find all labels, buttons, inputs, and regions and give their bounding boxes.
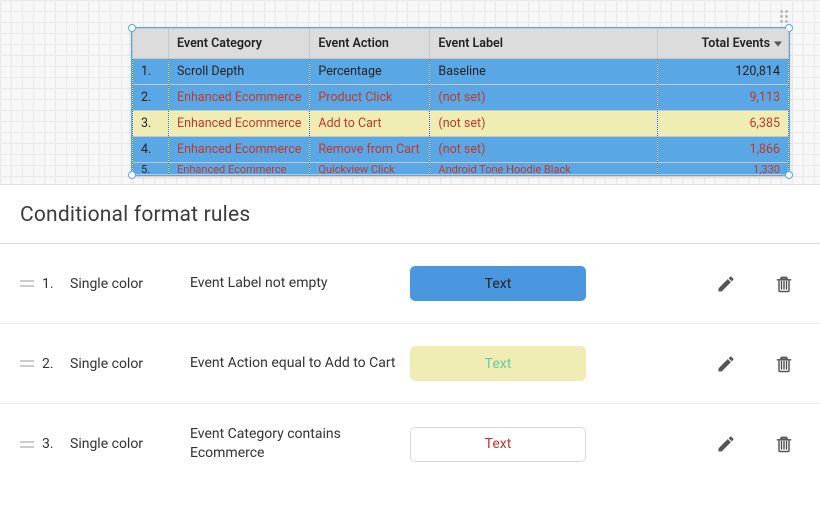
rule-index: 1. [42,276,70,292]
data-table: Event Category Event Action Event Label … [132,28,789,175]
rule-type: Single color [70,276,190,292]
cell-total: 120,814 [658,59,789,85]
conditional-format-panel: Conditional format rules 1.Single colorE… [0,184,820,484]
cell-category: Enhanced Ecommerce [169,137,310,163]
cell-total: 6,385 [658,111,789,137]
col-header-total[interactable]: Total Events [658,29,789,59]
trash-icon [774,274,794,294]
pencil-icon [716,434,736,454]
delete-button[interactable] [772,352,796,376]
rule-actions [714,352,796,376]
cell-total: 1,866 [658,137,789,163]
col-header-index[interactable] [133,29,169,59]
drag-handle-icon[interactable] [20,441,42,448]
cell-label: Baseline [430,59,658,85]
rule-type: Single color [70,356,190,372]
drag-handle-icon[interactable] [20,280,42,287]
table-row[interactable]: 5.Enhanced EcommerceQuickview ClickAndro… [133,163,789,175]
rule-preview-swatch[interactable]: Text [410,427,586,462]
edit-button[interactable] [714,272,738,296]
col-header-total-label: Total Events [702,36,770,51]
delete-button[interactable] [772,272,796,296]
cell-category: Enhanced Ecommerce [169,85,310,111]
canvas-area: Event Category Event Action Event Label … [0,0,820,184]
table-row[interactable]: 4.Enhanced EcommerceRemove from Cart(not… [133,137,789,163]
rule-description: Event Action equal to Add to Cart [190,354,410,373]
cell-label: (not set) [430,111,658,137]
edit-button[interactable] [714,352,738,376]
table-row[interactable]: 2.Enhanced EcommerceProduct Click(not se… [133,85,789,111]
rule-type: Single color [70,436,190,452]
cell-label: (not set) [430,85,658,111]
cell-action: Quickview Click [310,163,430,175]
cell-label: (not set) [430,137,658,163]
edit-button[interactable] [714,432,738,456]
rule-index: 3. [42,436,70,452]
cell-index: 3. [133,111,169,137]
trash-icon [774,354,794,374]
rule-actions [714,432,796,456]
col-header-label[interactable]: Event Label [430,29,658,59]
table-row[interactable]: 3.Enhanced EcommerceAdd to Cart(not set)… [133,111,789,137]
rule-preview-swatch[interactable]: Text [410,266,586,301]
cell-action: Percentage [310,59,430,85]
cell-index: 1. [133,59,169,85]
rule-description: Event Label not empty [190,274,410,293]
cell-category: Enhanced Ecommerce [169,111,310,137]
delete-button[interactable] [772,432,796,456]
cell-index: 2. [133,85,169,111]
cell-action: Product Click [310,85,430,111]
cell-action: Add to Cart [310,111,430,137]
data-table-container[interactable]: Event Category Event Action Event Label … [131,27,790,176]
rule-row: 2.Single colorEvent Action equal to Add … [0,324,820,404]
cell-total: 9,113 [658,85,789,111]
rule-actions [714,272,796,296]
sort-caret-icon [774,41,782,46]
rule-index: 2. [42,356,70,372]
selection-handle-br[interactable] [785,171,793,179]
cell-index: 5. [133,163,169,175]
selection-handle-tl[interactable] [128,24,136,32]
drag-handle-icon[interactable] [20,360,42,367]
pencil-icon [716,354,736,374]
cell-category: Enhanced Ecommerce [169,163,310,175]
rule-row: 3.Single colorEvent Category contains Ec… [0,404,820,484]
cell-label: Android Tone Hoodie Black [430,163,658,175]
cell-category: Scroll Depth [169,59,310,85]
col-header-category[interactable]: Event Category [169,29,310,59]
table-row[interactable]: 1.Scroll DepthPercentageBaseline120,814 [133,59,789,85]
rule-preview-swatch[interactable]: Text [410,346,586,381]
rule-row: 1.Single colorEvent Label not emptyText [0,244,820,324]
pencil-icon [716,274,736,294]
rule-description: Event Category contains Ecommerce [190,425,410,463]
cell-total: 1,330 [658,163,789,175]
selection-handle-bl[interactable] [128,171,136,179]
panel-header: Conditional format rules [0,185,820,244]
cell-index: 4. [133,137,169,163]
cell-action: Remove from Cart [310,137,430,163]
panel-title: Conditional format rules [20,203,800,227]
trash-icon [774,434,794,454]
table-header-row: Event Category Event Action Event Label … [133,29,789,59]
rules-list: 1.Single colorEvent Label not emptyText2… [0,244,820,484]
col-header-action[interactable]: Event Action [310,29,430,59]
